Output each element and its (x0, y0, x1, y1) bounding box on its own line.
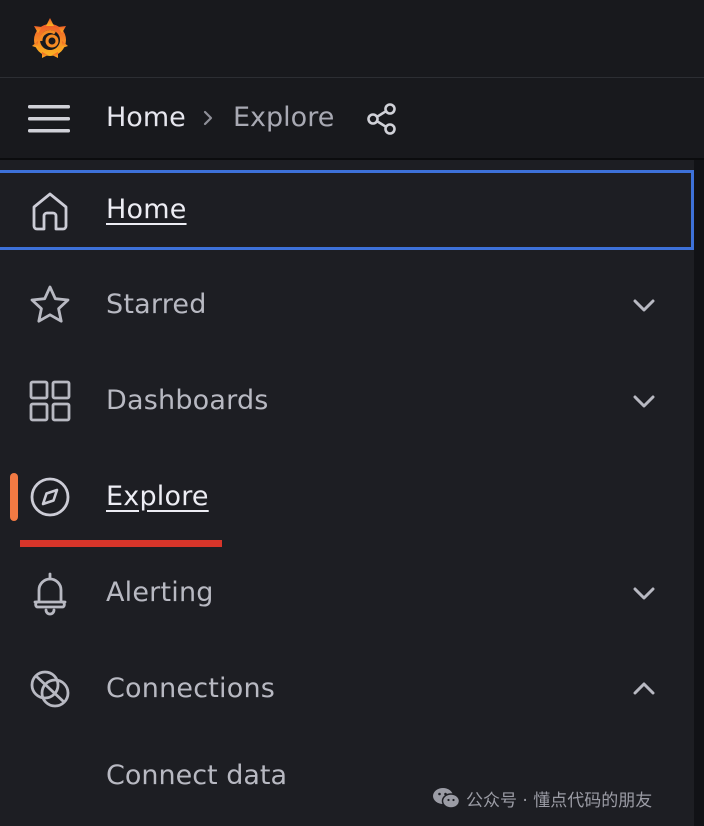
watermark-text: 公众号 · 懂点代码的朋友 (466, 790, 653, 811)
grid-icon (29, 380, 71, 422)
submenu-item-label: Connect data (106, 760, 288, 791)
menu-item-label: Home (106, 194, 187, 225)
menu-toggle-icon[interactable] (28, 104, 72, 134)
annotation-underline (20, 540, 222, 547)
menu-item-starred[interactable]: Starred (0, 257, 694, 353)
breadcrumb-home[interactable]: Home (106, 100, 186, 136)
top-bar (0, 0, 704, 78)
scrollbar-track[interactable] (694, 160, 704, 826)
menu-item-alerting[interactable]: Alerting (0, 545, 694, 641)
chevron-up-icon[interactable] (628, 673, 660, 705)
watermark: 公众号 · 懂点代码的朋友 (432, 784, 652, 812)
chevron-down-icon[interactable] (628, 289, 660, 321)
side-menu: Home Starred Dashboards Explore Alerting… (0, 160, 694, 826)
menu-item-label: Explore (106, 481, 209, 512)
breadcrumb-current: Explore (233, 102, 335, 133)
menu-item-label: Connections (106, 673, 276, 704)
wechat-icon (433, 788, 460, 809)
bell-icon (33, 572, 67, 616)
breadcrumb-chevron-right-icon (203, 110, 213, 126)
menu-item-label: Starred (106, 289, 207, 320)
active-indicator (10, 473, 18, 521)
home-icon (32, 192, 68, 231)
menu-item-label: Alerting (106, 577, 214, 608)
breadcrumb-bar: Home Explore (0, 78, 704, 160)
grafana-logo-icon[interactable] (26, 14, 74, 62)
compass-icon (30, 477, 70, 517)
menu-item-home[interactable]: Home (0, 170, 694, 250)
chevron-down-icon[interactable] (628, 385, 660, 417)
menu-item-explore[interactable]: Explore (0, 449, 694, 545)
menu-item-dashboards[interactable]: Dashboards (0, 353, 694, 449)
share-icon[interactable] (366, 102, 398, 136)
connections-icon (30, 670, 70, 708)
chevron-down-icon[interactable] (628, 577, 660, 609)
menu-item-connections[interactable]: Connections (0, 641, 694, 737)
star-icon (30, 285, 70, 323)
menu-item-label: Dashboards (106, 385, 269, 416)
